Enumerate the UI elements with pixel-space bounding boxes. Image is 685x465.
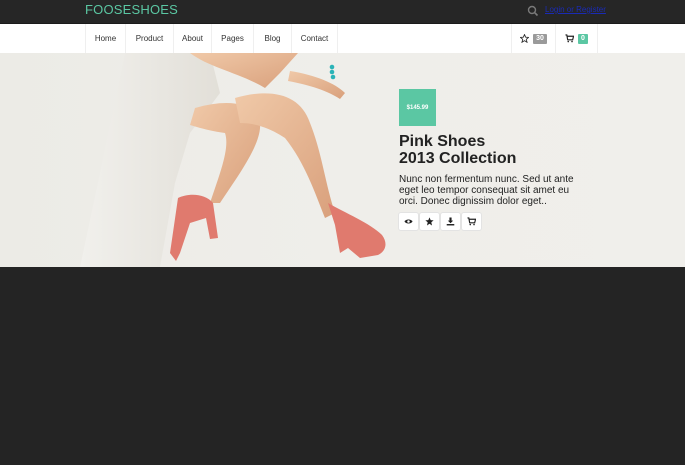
quick-view-button[interactable] [399, 213, 418, 230]
cart-icon [565, 34, 575, 43]
cart-button[interactable]: 0 [556, 24, 598, 53]
hero-title: Pink Shoes 2013 Collection [399, 133, 516, 167]
product-actions [399, 213, 481, 230]
hero-slider: $145.99 Pink Shoes 2013 Collection Nunc … [0, 53, 685, 267]
login-register-link[interactable]: Login or Register [545, 5, 606, 14]
nav-icons: 30 0 [511, 24, 598, 53]
star-icon [425, 217, 434, 226]
add-to-wishlist-button[interactable] [420, 213, 439, 230]
hero-title-line1: Pink Shoes [399, 133, 486, 150]
main-navbar: Home Product About Pages Blog Contact 30… [0, 24, 685, 54]
eye-icon [404, 219, 413, 224]
nav-item-product[interactable]: Product [126, 24, 174, 53]
price-tag: $145.99 [399, 89, 436, 126]
wishlist-count-badge: 30 [533, 33, 547, 44]
hero-product-image [80, 53, 386, 267]
nav-item-pages[interactable]: Pages [212, 24, 254, 53]
cart-count-badge: 0 [578, 33, 588, 44]
download-icon [446, 217, 455, 226]
star-outline-icon [520, 34, 530, 43]
nav-item-home[interactable]: Home [86, 24, 126, 53]
add-to-cart-button[interactable] [462, 213, 481, 230]
hero-description: Nunc non fermentum nunc. Sed ut ante ege… [399, 174, 574, 207]
nav-item-about[interactable]: About [174, 24, 212, 53]
download-button[interactable] [441, 213, 460, 230]
brand-logo[interactable]: FOOSESHOES [85, 2, 178, 17]
top-bar: FOOSESHOES Login or Register [0, 0, 685, 24]
nav-item-contact[interactable]: Contact [292, 24, 338, 53]
nav-menu: Home Product About Pages Blog Contact [85, 24, 338, 53]
wishlist-button[interactable]: 30 [512, 24, 556, 53]
search-icon[interactable] [527, 5, 539, 17]
cart-icon [467, 217, 476, 226]
hero-title-line2: 2013 Collection [399, 150, 517, 167]
nav-item-blog[interactable]: Blog [254, 24, 292, 53]
